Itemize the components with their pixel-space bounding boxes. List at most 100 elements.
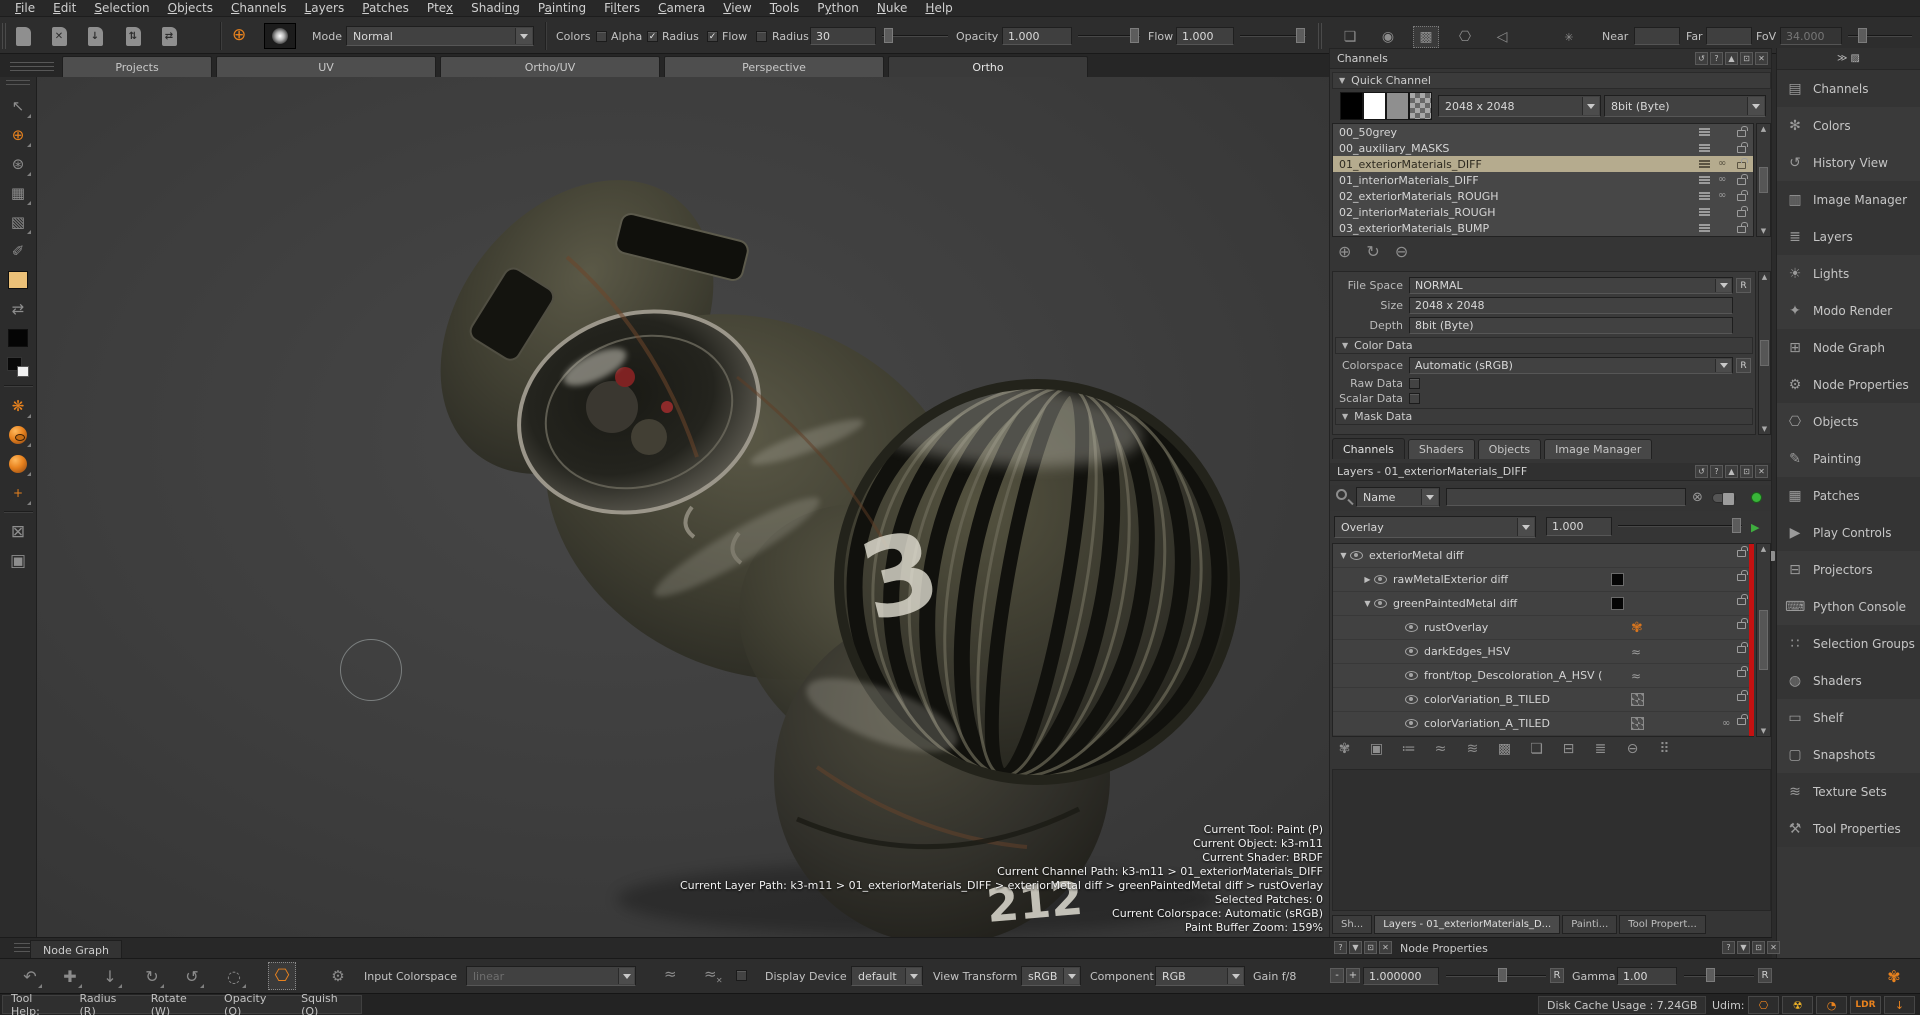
foreground-color-swatch[interactable] bbox=[5, 266, 32, 293]
sidebar-item-texture-sets[interactable]: ≋Texture Sets bbox=[1777, 773, 1920, 810]
slice-tool[interactable]: ✐ bbox=[5, 237, 32, 264]
add-curve-layer-icon[interactable]: ≈ bbox=[1430, 741, 1451, 757]
float-icon[interactable]: ⊡ bbox=[1752, 941, 1765, 954]
colorspace-select[interactable]: Automatic (sRGB) bbox=[1409, 357, 1733, 374]
size-input[interactable]: 2048 x 2048 bbox=[1409, 297, 1733, 314]
menu-objects[interactable]: Objects bbox=[159, 1, 222, 15]
channel-list-scrollbar[interactable]: ▲ ▼ bbox=[1756, 123, 1771, 237]
radius-link-checkbox[interactable] bbox=[756, 31, 767, 42]
lut-icon[interactable]: ≈ bbox=[664, 965, 677, 983]
mirror-view-button[interactable]: ◁ bbox=[1489, 26, 1515, 48]
input-colorspace-select[interactable]: linear bbox=[466, 966, 636, 986]
flow-jitter-checkbox[interactable]: ✓ bbox=[707, 31, 718, 42]
close-project-button[interactable]: ✕ bbox=[48, 24, 70, 48]
unlock-icon[interactable] bbox=[1737, 622, 1746, 629]
layer-amount-slider[interactable] bbox=[1618, 516, 1742, 536]
unlock-icon[interactable] bbox=[1737, 194, 1746, 201]
add-channel-icon[interactable]: ⊕ bbox=[1338, 242, 1351, 261]
add-image-layer-icon[interactable]: ▣ bbox=[1366, 741, 1387, 757]
unlock-icon[interactable] bbox=[1737, 178, 1746, 185]
sidebar-item-channels[interactable]: ▤Channels bbox=[1777, 70, 1920, 107]
shaded-view-button[interactable]: ◉ bbox=[1375, 26, 1401, 48]
tab-painting-collapsed[interactable]: Painti... bbox=[1562, 915, 1617, 934]
add-adjustment-layer-icon[interactable]: ≔ bbox=[1398, 741, 1419, 757]
flow-slider[interactable] bbox=[1240, 26, 1306, 46]
tab-uv[interactable]: UV bbox=[216, 56, 436, 77]
tab-tool-properties-collapsed[interactable]: Tool Propert... bbox=[1619, 915, 1706, 934]
toolbar-grip[interactable] bbox=[1318, 23, 1323, 49]
unlock-icon[interactable] bbox=[1737, 670, 1746, 677]
close-icon[interactable]: ✕ bbox=[1767, 941, 1780, 954]
display-device-select[interactable]: default bbox=[851, 966, 923, 986]
tab-projects[interactable]: Projects bbox=[62, 56, 212, 77]
sidebar-item-node-graph[interactable]: ⊞Node Graph bbox=[1777, 329, 1920, 366]
sidebar-item-snapshots[interactable]: ▢Snapshots bbox=[1777, 736, 1920, 773]
import-archive-button[interactable]: ⇄ bbox=[158, 24, 180, 48]
unlock-icon[interactable] bbox=[1737, 210, 1746, 217]
channel-menu-icon[interactable] bbox=[1699, 147, 1710, 149]
radius-jitter-checkbox[interactable]: ✓ bbox=[647, 31, 658, 42]
tab-ortho[interactable]: Ortho bbox=[888, 56, 1088, 77]
expander-icon[interactable]: ▼ bbox=[1337, 551, 1350, 560]
sidebar-item-modo-render[interactable]: ✦Modo Render bbox=[1777, 292, 1920, 329]
grey-swatch[interactable] bbox=[1386, 92, 1409, 120]
sidebar-item-patches[interactable]: ▦Patches bbox=[1777, 477, 1920, 514]
add-pattern-layer-icon[interactable]: ▩ bbox=[1494, 741, 1515, 757]
layer-search-input[interactable] bbox=[1446, 488, 1686, 506]
gamma-input[interactable]: 1.00 bbox=[1617, 967, 1677, 985]
collapse-icon[interactable]: ▲ bbox=[1725, 52, 1738, 65]
gain-reset-button[interactable]: R bbox=[1550, 968, 1564, 983]
channel-menu-icon[interactable] bbox=[1699, 227, 1710, 229]
layer-amount-input[interactable]: 1.000 bbox=[1546, 517, 1612, 536]
export-archive-button[interactable]: ⇅ bbox=[122, 24, 144, 48]
rotate-button[interactable]: ↻ bbox=[138, 964, 166, 988]
unlock-icon[interactable] bbox=[1737, 146, 1746, 153]
warp-tool[interactable]: ▦ bbox=[5, 179, 32, 206]
refresh-icon[interactable]: ↺ bbox=[1695, 52, 1708, 65]
channels-palette-header[interactable]: Channels ↺ ? ▲ ⊡ ✕ bbox=[1330, 49, 1771, 69]
tab-objects[interactable]: Objects bbox=[1478, 439, 1542, 459]
save-project-button[interactable]: ↓ bbox=[84, 24, 106, 48]
file-space-select[interactable]: NORMAL bbox=[1409, 277, 1733, 294]
visibility-eye-icon[interactable] bbox=[1350, 551, 1363, 560]
menu-edit[interactable]: Edit bbox=[44, 1, 85, 15]
color-data-section[interactable]: ▼ Color Data bbox=[1335, 337, 1753, 354]
sidebar-item-play-controls[interactable]: ▶Play Controls bbox=[1777, 514, 1920, 551]
layer-row[interactable]: colorVariation_B_TILED bbox=[1333, 688, 1753, 712]
add-group-icon[interactable]: ❏ bbox=[1526, 741, 1547, 757]
resolution-select[interactable]: 2048 x 2048 bbox=[1438, 95, 1601, 117]
layer-thumbnail[interactable] bbox=[1611, 573, 1624, 586]
expand-icon[interactable]: ▼ bbox=[1737, 941, 1750, 954]
project-status-button[interactable]: ⎔ bbox=[1748, 996, 1779, 1014]
add-channel-quick-button[interactable]: ⊕ bbox=[232, 25, 246, 45]
reset-button[interactable]: R bbox=[1736, 278, 1751, 293]
alpha-checkbox[interactable] bbox=[596, 31, 607, 42]
layer-blend-mode-select[interactable]: Overlay bbox=[1334, 516, 1536, 538]
layer-row[interactable]: rustOverlay ✾ bbox=[1333, 616, 1753, 640]
expander-icon[interactable]: ▼ bbox=[1361, 599, 1374, 608]
scroll-down-icon[interactable]: ▼ bbox=[1761, 227, 1766, 235]
sync-channel-icon[interactable]: ↻ bbox=[1366, 242, 1379, 261]
enabled-indicator[interactable] bbox=[1751, 492, 1762, 503]
gamma-reset-button[interactable]: R bbox=[1758, 968, 1772, 983]
play-icon[interactable]: ▶ bbox=[1751, 521, 1759, 534]
tab-shaders-collapsed[interactable]: Sh... bbox=[1332, 915, 1372, 934]
reset-button[interactable]: R bbox=[1736, 358, 1751, 373]
expand-icon[interactable]: ▼ bbox=[1349, 941, 1362, 954]
scroll-down-icon[interactable]: ▼ bbox=[1762, 425, 1767, 433]
filter-toggle[interactable] bbox=[1712, 493, 1736, 503]
menu-channels[interactable]: Channels bbox=[222, 1, 296, 15]
opacity-input[interactable]: 1.000 bbox=[1002, 27, 1072, 45]
menu-layers[interactable]: Layers bbox=[296, 1, 354, 15]
tab-layers-collapsed[interactable]: Layers - 01_exteriorMaterials_D... bbox=[1374, 915, 1560, 934]
gain-input[interactable]: 1.000000 bbox=[1363, 967, 1439, 985]
sidebar-item-image-manager[interactable]: ▥Image Manager bbox=[1777, 181, 1920, 218]
sidebar-item-lights[interactable]: ☀Lights bbox=[1777, 255, 1920, 292]
scroll-up-icon[interactable]: ▲ bbox=[1761, 545, 1766, 553]
search-mode-select[interactable]: Name bbox=[1356, 487, 1440, 507]
remove-channel-icon[interactable]: ⊖ bbox=[1395, 242, 1408, 261]
opacity-slider[interactable] bbox=[1078, 26, 1140, 46]
visibility-eye-icon[interactable] bbox=[1405, 719, 1418, 728]
clear-search-icon[interactable]: ⊗ bbox=[1692, 490, 1703, 505]
blend-mode-select[interactable]: Normal bbox=[346, 26, 534, 46]
